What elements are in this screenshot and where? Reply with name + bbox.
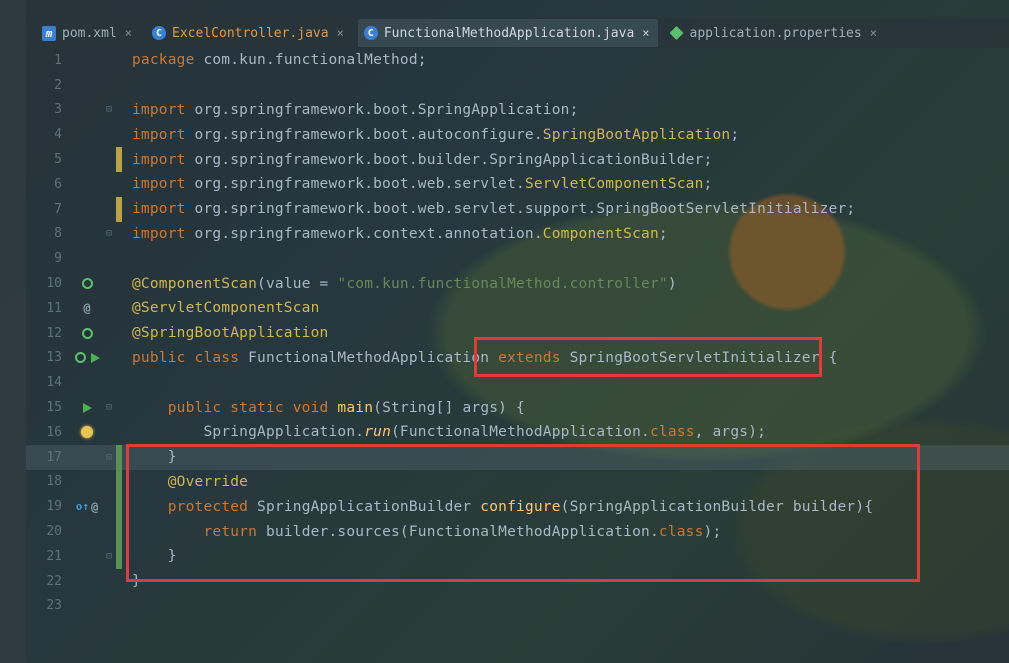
maven-icon: m — [42, 26, 56, 40]
annotation-gutter-icon[interactable]: @ — [83, 301, 90, 315]
tab-pom-xml[interactable]: m pom.xml × — [36, 19, 140, 47]
line-number: 22 — [26, 574, 72, 589]
line-number: 19 — [26, 499, 72, 514]
line-number: 3 — [26, 102, 72, 117]
tab-label: FunctionalMethodApplication.java — [384, 26, 634, 41]
class-icon: C — [364, 26, 378, 40]
line-number: 18 — [26, 474, 72, 489]
close-icon[interactable]: × — [335, 26, 344, 40]
tab-application-properties[interactable]: application.properties × — [664, 19, 885, 47]
line-number: 23 — [26, 598, 72, 613]
override-gutter-icon[interactable]: o↑ — [76, 500, 89, 513]
editor-tab-bar: m pom.xml × C ExcelController.java × C F… — [26, 18, 1009, 48]
close-icon[interactable]: × — [868, 26, 877, 40]
line-number: 20 — [26, 524, 72, 539]
line-number: 17 — [26, 450, 72, 465]
spring-bean-gutter-icon[interactable] — [82, 328, 93, 339]
tab-excel-controller[interactable]: C ExcelController.java × — [146, 19, 352, 47]
line-number: 16 — [26, 425, 72, 440]
tab-label: application.properties — [690, 26, 862, 41]
spring-leaf-icon — [670, 26, 684, 40]
spring-bean-gutter-icon[interactable] — [75, 352, 86, 363]
close-icon[interactable]: × — [123, 26, 132, 40]
spring-bean-gutter-icon[interactable] — [82, 278, 93, 289]
line-number: 13 — [26, 350, 72, 365]
annotation-gutter-icon[interactable]: @ — [91, 500, 98, 514]
line-number: 2 — [26, 78, 72, 93]
line-number: 14 — [26, 375, 72, 390]
close-icon[interactable]: × — [640, 26, 649, 40]
intention-bulb-icon[interactable] — [81, 426, 93, 438]
line-number: 8 — [26, 226, 72, 241]
line-number: 5 — [26, 152, 72, 167]
tab-label: ExcelController.java — [172, 26, 329, 41]
line-number: 11 — [26, 301, 72, 316]
tab-label: pom.xml — [62, 26, 117, 41]
run-gutter-icon[interactable] — [91, 353, 100, 363]
tool-window-stripe-left[interactable] — [0, 0, 26, 663]
tab-functional-method-application[interactable]: C FunctionalMethodApplication.java × — [358, 19, 658, 47]
run-gutter-icon[interactable] — [83, 403, 92, 413]
line-number: 10 — [26, 276, 72, 291]
line-number: 9 — [26, 251, 72, 266]
line-number: 6 — [26, 177, 72, 192]
line-number: 4 — [26, 127, 72, 142]
line-number: 21 — [26, 549, 72, 564]
line-number: 1 — [26, 53, 72, 68]
line-number: 15 — [26, 400, 72, 415]
class-icon: C — [152, 26, 166, 40]
line-number: 7 — [26, 202, 72, 217]
code-editor[interactable]: 1package com.kun.functionalMethod; 2 3⊟i… — [26, 48, 1009, 663]
line-number: 12 — [26, 326, 72, 341]
